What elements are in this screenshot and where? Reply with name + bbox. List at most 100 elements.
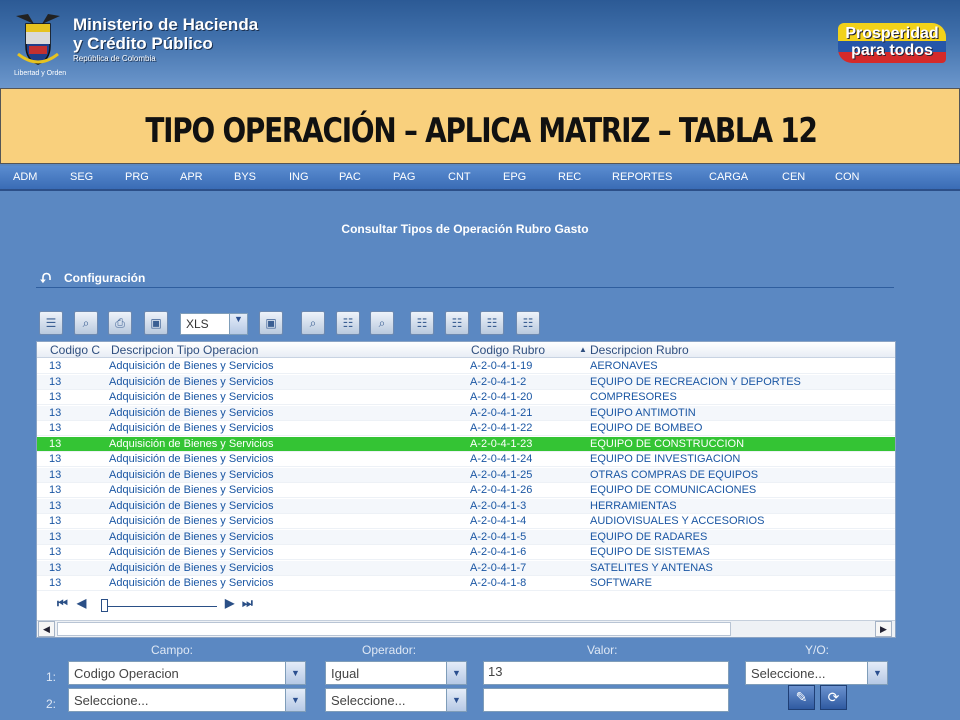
table-row[interactable]: 13 Adquisición de Bienes y Servicios A-2-0…: [37, 529, 895, 545]
page-slider-handle[interactable]: [101, 599, 108, 612]
menu-item-cen[interactable]: CEN: [782, 171, 805, 183]
filter-row-2-campo-value: Seleccione...: [74, 693, 149, 708]
new-record-button[interactable]: ☰: [39, 311, 63, 335]
section-title[interactable]: Configuración: [64, 271, 145, 285]
menu-item-pac[interactable]: PAC: [339, 171, 361, 183]
table-row[interactable]: 13 Adquisición de Bienes y Servicios A-2-0…: [37, 436, 895, 452]
cell-codigo-rubro: A-2-0-4-1-21: [470, 406, 533, 419]
printer-icon: ⎙: [115, 316, 125, 330]
filter-row-2-valor-input[interactable]: [483, 688, 729, 712]
cell-descripcion-rubro: EQUIPO DE RADARES: [590, 530, 708, 543]
filter-row-1-campo-select[interactable]: Codigo Operacion ▼: [68, 661, 306, 685]
column-header-descripcion-tipo[interactable]: Descripcion Tipo Operacion: [111, 343, 258, 357]
grid-header: Codigo C Descripcion Tipo Operacion Codi…: [37, 342, 895, 358]
cell-codigo: 13: [49, 530, 62, 543]
menu-item-rec[interactable]: REC: [558, 171, 581, 183]
table-row[interactable]: 13 Adquisición de Bienes y Servicios A-2-0…: [37, 405, 895, 421]
menu-item-adm[interactable]: ADM: [13, 171, 37, 183]
column-header-codigo-rubro[interactable]: Codigo Rubro: [471, 343, 545, 357]
apply-filter-button[interactable]: ⟳: [820, 685, 847, 710]
menu-item-ing[interactable]: ING: [289, 171, 309, 183]
scrollbar-thumb[interactable]: [57, 622, 731, 636]
chevron-down-icon[interactable]: ▼: [446, 689, 466, 711]
chevron-down-icon[interactable]: ▼: [285, 662, 305, 684]
slide-title-bar: TIPO OPERACIÓN – APLICA MATRIZ – TABLA 1…: [0, 88, 960, 164]
chevron-down-icon[interactable]: ▼: [446, 662, 466, 684]
horizontal-scrollbar[interactable]: ◀ ▶: [37, 620, 895, 637]
filter-row-2-campo-select[interactable]: Seleccione... ▼: [68, 688, 306, 712]
table-row[interactable]: 13 Adquisición de Bienes y Servicios A-2-0…: [37, 421, 895, 436]
cell-descripcion-tipo: Adquisición de Bienes y Servicios: [109, 437, 274, 450]
table-row[interactable]: 13 Adquisición de Bienes y Servicios A-2-0…: [37, 359, 895, 374]
export-format-select[interactable]: XLS ▼: [180, 313, 248, 335]
chevron-down-icon[interactable]: ▼: [285, 689, 305, 711]
menu-item-reportes[interactable]: REPORTES: [612, 171, 672, 183]
menu-item-seg[interactable]: SEG: [70, 171, 93, 183]
menu-item-bys[interactable]: BYS: [234, 171, 256, 183]
ministry-name: Ministerio de Hacienda y Crédito Público…: [73, 15, 258, 64]
table-row[interactable]: 13 Adquisición de Bienes y Servicios A-2-0…: [37, 560, 895, 576]
print-button[interactable]: ⎙: [108, 311, 132, 335]
campo-label: Campo:: [151, 643, 194, 657]
table-row[interactable]: 13 Adquisición de Bienes y Servicios A-2-0…: [37, 545, 895, 560]
menu-item-prg[interactable]: PRG: [125, 171, 149, 183]
filter-row-1-number: 1:: [46, 670, 57, 684]
cell-descripcion-tipo: Adquisición de Bienes y Servicios: [109, 422, 274, 434]
cell-descripcion-rubro: EQUIPO DE RECREACION Y DEPORTES: [590, 375, 801, 388]
table-row[interactable]: 13 Adquisición de Bienes y Servicios A-2-0…: [37, 514, 895, 529]
chevron-down-icon[interactable]: ▼: [229, 314, 247, 334]
table-row[interactable]: 13 Adquisición de Bienes y Servicios A-2-0…: [37, 374, 895, 390]
cell-codigo-rubro: A-2-0-4-1-20: [470, 391, 533, 403]
previous-page-icon[interactable]: ◀: [77, 596, 86, 610]
menu-item-carga[interactable]: CARGA: [709, 171, 748, 183]
cell-codigo-rubro: A-2-0-4-1-8: [470, 577, 527, 589]
menu-item-apr[interactable]: APR: [180, 171, 203, 183]
filter-row-1-operador-select[interactable]: Igual ▼: [325, 661, 467, 685]
valor-label: Valor:: [587, 643, 618, 657]
menu-item-cnt[interactable]: CNT: [448, 171, 471, 183]
cell-descripcion-tipo: Adquisición de Bienes y Servicios: [109, 391, 274, 403]
collapse-chevron-icon[interactable]: ⮏: [40, 268, 51, 292]
table-row[interactable]: 13 Adquisición de Bienes y Servicios A-2-0…: [37, 467, 895, 483]
table-row[interactable]: 13 Adquisición de Bienes y Servicios A-2-0…: [37, 498, 895, 514]
export-save-button[interactable]: ▣: [259, 311, 283, 335]
cell-descripcion-rubro: AERONAVES: [590, 360, 658, 372]
filter-row-1-yo-value: Seleccione...: [751, 666, 826, 681]
clear-filter-button[interactable]: ✎: [788, 685, 815, 710]
document-copy-button[interactable]: ☷: [480, 311, 504, 335]
first-page-icon[interactable]: ⏮: [57, 596, 68, 611]
cell-codigo: 13: [49, 546, 62, 558]
table-row[interactable]: 13 Adquisición de Bienes y Servicios A-2-0…: [37, 483, 895, 498]
column-header-codigo[interactable]: Codigo C: [50, 343, 100, 357]
filter-row-1-yo-select[interactable]: Seleccione... ▼: [745, 661, 888, 685]
menu-item-con[interactable]: CON: [835, 171, 859, 183]
document-add-button[interactable]: ☷: [445, 311, 469, 335]
menu-item-epg[interactable]: EPG: [503, 171, 526, 183]
cell-descripcion-tipo: Adquisición de Bienes y Servicios: [109, 406, 274, 419]
table-row[interactable]: 13 Adquisición de Bienes y Servicios A-2-0…: [37, 576, 895, 591]
document-search-button[interactable]: ⌕: [370, 311, 394, 335]
cell-descripcion-rubro: EQUIPO DE SISTEMAS: [590, 546, 710, 558]
column-header-descripcion-rubro[interactable]: Descripcion Rubro: [590, 343, 689, 357]
filter-search-button[interactable]: ⌕: [301, 311, 325, 335]
scroll-right-icon[interactable]: ▶: [875, 621, 892, 637]
table-row[interactable]: 13 Adquisición de Bienes y Servicios A-2-0…: [37, 452, 895, 467]
search-button[interactable]: ⌕: [74, 311, 98, 335]
save-button[interactable]: ▣: [144, 311, 168, 335]
grid-toolbar: ☰ ⌕ ⎙ ▣ XLS ▼ ▣ ⌕ ☷ ⌕ ☷ ☷ ☷ ☷: [36, 311, 596, 337]
cell-codigo-rubro: A-2-0-4-1-5: [470, 530, 527, 543]
table-row[interactable]: 13 Adquisición de Bienes y Servicios A-2-0…: [37, 390, 895, 405]
filter-row-1-valor-input[interactable]: 13: [483, 661, 729, 685]
chevron-down-icon[interactable]: ▼: [867, 662, 887, 684]
filter-row-2-operador-select[interactable]: Seleccione... ▼: [325, 688, 467, 712]
menu-item-pag[interactable]: PAG: [393, 171, 415, 183]
last-page-icon[interactable]: ⏭: [242, 596, 253, 611]
cell-descripcion-tipo: Adquisición de Bienes y Servicios: [109, 577, 274, 589]
document-delete-button[interactable]: ☷: [516, 311, 540, 335]
page-slider-track[interactable]: [105, 606, 217, 607]
document-icon: ☷: [416, 316, 428, 330]
next-page-icon[interactable]: ▶: [225, 596, 234, 610]
scroll-left-icon[interactable]: ◀: [38, 621, 55, 637]
document-edit-button[interactable]: ☷: [410, 311, 434, 335]
document-button[interactable]: ☷: [336, 311, 360, 335]
